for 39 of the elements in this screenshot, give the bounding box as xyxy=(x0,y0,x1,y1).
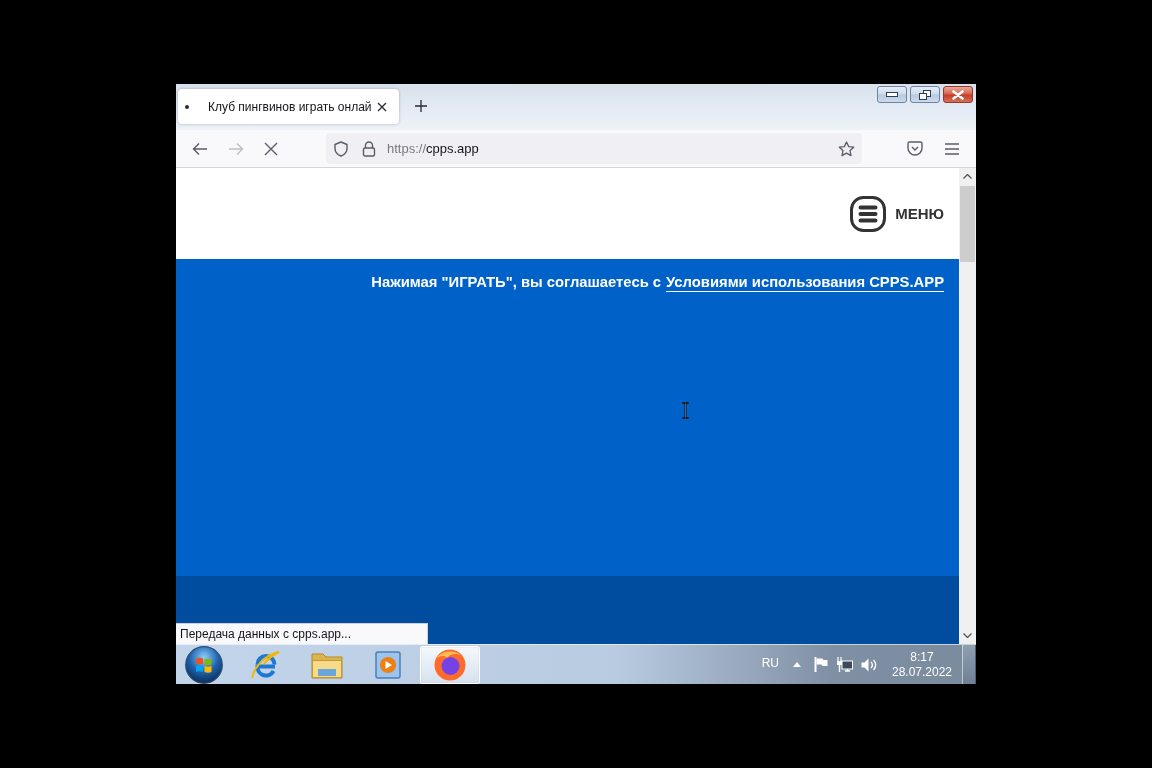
close-icon xyxy=(377,101,387,112)
taskbar-button[interactable] xyxy=(419,645,480,684)
close-icon xyxy=(952,89,964,100)
terms-notice: Нажимая "ИГРАТЬ", вы соглашаетесь с Условиями использования CPPS.APP xyxy=(370,273,944,292)
close-window-button[interactable] xyxy=(943,86,973,103)
chevron-down-icon xyxy=(963,633,972,638)
minimize-button[interactable] xyxy=(877,86,907,103)
menu-icon xyxy=(850,195,887,232)
browser-tab[interactable]: Клуб пингвинов играть онлай xyxy=(178,89,399,124)
restore-icon xyxy=(919,89,931,100)
restore-button[interactable] xyxy=(910,86,940,103)
fox-globe-icon xyxy=(433,648,466,681)
status-text: Передача данных с cpps.app... xyxy=(176,623,428,644)
plus-icon xyxy=(415,100,427,112)
folder-icon xyxy=(310,650,343,679)
minimize-icon xyxy=(886,92,898,97)
menu-icon xyxy=(945,142,959,155)
start-orb-icon xyxy=(185,645,223,684)
triangle-up-icon[interactable] xyxy=(793,662,801,667)
monitor-icon[interactable] xyxy=(837,657,853,672)
menu-button[interactable]: МЕНЮ xyxy=(850,195,944,232)
back-arrow-icon xyxy=(192,140,208,157)
address-field[interactable]: https://cpps.app xyxy=(326,133,862,164)
terms-link[interactable]: Условиями использования CPPS.APP xyxy=(666,274,944,290)
e-logo-icon xyxy=(250,649,280,680)
loading-dot-icon xyxy=(185,104,189,109)
chevron-up-icon xyxy=(963,174,972,179)
chevron-badge-icon xyxy=(907,141,923,156)
star-icon[interactable] xyxy=(838,140,855,157)
cross-icon xyxy=(263,140,279,157)
shield-icon[interactable] xyxy=(333,140,349,157)
scrollbar-thumb[interactable] xyxy=(960,186,975,262)
play-tile-icon xyxy=(375,650,401,679)
forward-arrow-icon xyxy=(227,140,244,157)
text-cursor-icon xyxy=(682,402,689,419)
show-desktop-button[interactable] xyxy=(962,645,976,684)
lock-icon[interactable] xyxy=(362,140,376,157)
speaker-icon[interactable] xyxy=(861,657,877,672)
flag-icon[interactable] xyxy=(814,657,828,672)
